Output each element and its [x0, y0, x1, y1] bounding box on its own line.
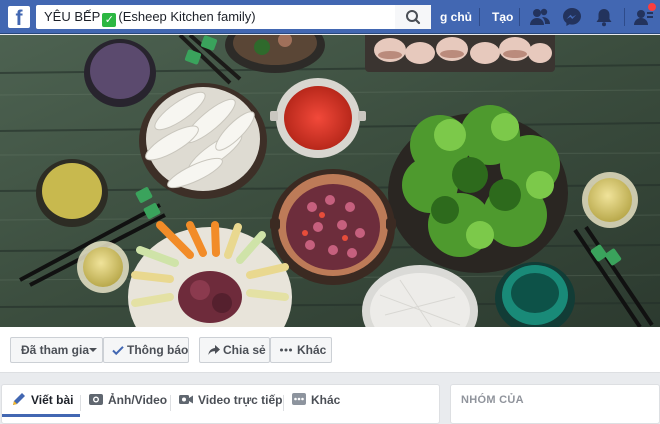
notifications-label: Thông báo: [127, 343, 189, 357]
ellipsis-icon: [280, 348, 292, 352]
more-composer-tab[interactable]: Khác: [311, 393, 340, 407]
facebook-logo-icon[interactable]: f: [8, 6, 30, 28]
composer-divider: [170, 395, 171, 411]
food-spread-illustration: [0, 35, 660, 327]
checkmark-icon: [112, 346, 124, 356]
share-button[interactable]: Chia sẻ: [199, 337, 270, 363]
composer-divider: [283, 395, 284, 411]
more-options-icon: [292, 393, 306, 405]
card-title: NHÓM CỦA: [461, 394, 524, 406]
share-arrow-icon: [208, 345, 220, 355]
create-link[interactable]: Tạo: [492, 10, 513, 24]
photo-video-icon: [89, 394, 103, 405]
your-groups-card: NHÓM CỦA: [450, 384, 660, 424]
home-link[interactable]: g chủ: [440, 10, 472, 24]
joined-button[interactable]: Đã tham gia: [10, 337, 103, 363]
search-input[interactable]: YÊU BẾP ✓ (Esheep Kitchen family): [36, 5, 431, 29]
check-mark-icon: ✓: [102, 13, 117, 27]
search-value: YÊU BẾP ✓ (Esheep Kitchen family): [44, 9, 256, 27]
more-button[interactable]: Khác: [270, 337, 332, 363]
notifications-bell-icon[interactable]: [593, 6, 615, 28]
pencil-icon: [13, 393, 25, 405]
photo-video-tab[interactable]: Ảnh/Video: [108, 393, 167, 407]
joined-label: Đã tham gia: [21, 343, 90, 357]
nav-divider: [624, 8, 625, 26]
group-cover-photo[interactable]: [0, 35, 660, 327]
nav-divider: [479, 8, 480, 26]
nav-divider: [519, 8, 520, 26]
composer-divider: [80, 395, 81, 411]
post-composer: Viết bài Ảnh/Video Video trực tiếp Khác: [1, 384, 440, 424]
live-video-icon: [179, 395, 193, 404]
top-navigation-bar: f YÊU BẾP ✓ (Esheep Kitchen family) g chủ …: [0, 0, 660, 34]
group-action-bar: Đã tham gia Thông báo Chia sẻ Khác: [0, 327, 660, 373]
notifications-button[interactable]: Thông báo: [103, 337, 189, 363]
notification-badge: [648, 3, 656, 11]
write-post-tab[interactable]: Viết bài: [31, 393, 73, 407]
caret-down-icon: [89, 348, 97, 352]
search-icon: [406, 10, 421, 25]
friend-requests-icon[interactable]: [529, 6, 551, 28]
live-video-tab[interactable]: Video trực tiếp: [198, 393, 283, 407]
more-label: Khác: [297, 343, 327, 357]
messenger-icon[interactable]: [561, 6, 583, 28]
search-button[interactable]: [395, 5, 431, 29]
share-label: Chia sẻ: [223, 343, 266, 357]
